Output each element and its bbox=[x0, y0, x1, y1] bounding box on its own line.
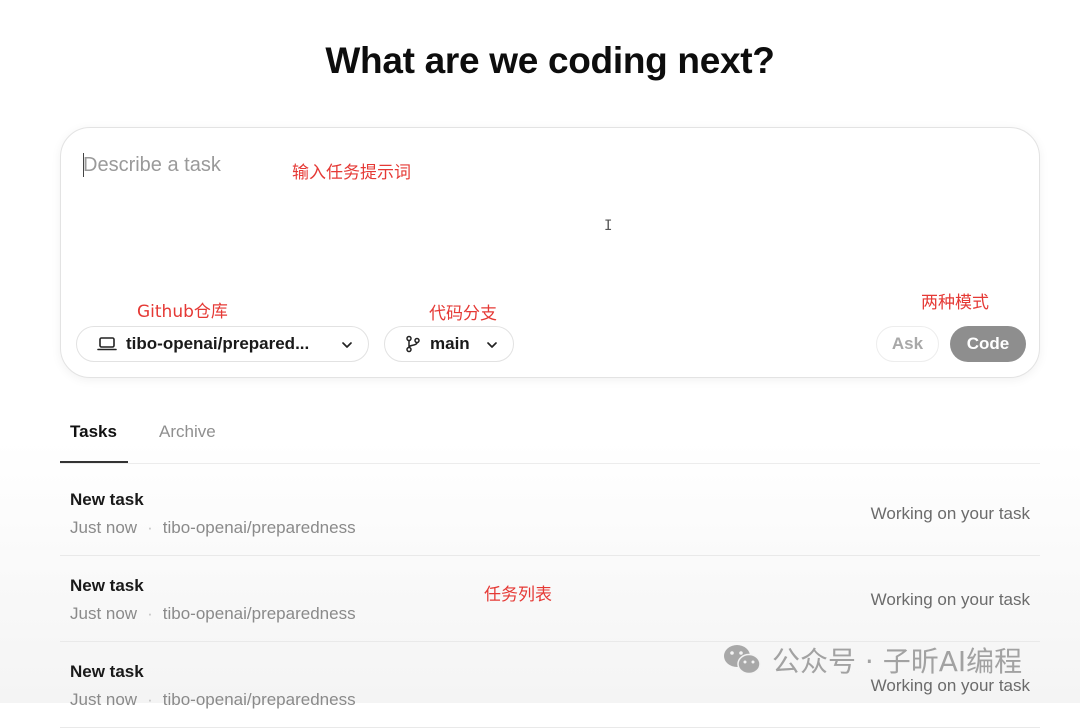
branch-selector[interactable]: main bbox=[384, 326, 514, 362]
chevron-down-icon bbox=[340, 337, 354, 357]
annotation-repo: Github仓库 bbox=[137, 302, 228, 322]
chevron-down-icon bbox=[485, 337, 499, 357]
separator-dot: · bbox=[147, 518, 153, 537]
task-row[interactable]: New task Just now · tibo-openai/preparedne… bbox=[60, 556, 1040, 642]
task-row[interactable]: New task Just now · tibo-openai/preparedne… bbox=[60, 470, 1040, 556]
annotation-input: 输入任务提示词 bbox=[292, 163, 411, 183]
task-input[interactable] bbox=[83, 150, 883, 180]
task-meta: Just now · tibo-openai/preparedness bbox=[70, 518, 356, 538]
separator-dot: · bbox=[147, 690, 153, 709]
task-title: New task bbox=[70, 576, 144, 595]
annotation-branch: 代码分支 bbox=[429, 304, 497, 324]
repo-label: tibo-openai/prepared... bbox=[126, 334, 310, 353]
task-list: New task Just now · tibo-openai/preparedne… bbox=[60, 470, 1040, 728]
tab-tasks[interactable]: Tasks bbox=[70, 422, 117, 442]
ask-mode-button[interactable]: Ask bbox=[876, 326, 939, 362]
git-branch-icon bbox=[405, 335, 421, 353]
active-tab-indicator bbox=[60, 461, 128, 463]
task-status: Working on your task bbox=[870, 590, 1030, 609]
branch-label: main bbox=[430, 334, 470, 353]
page-title: What are we coding next? bbox=[325, 40, 775, 81]
task-repo: tibo-openai/preparedness bbox=[162, 518, 356, 537]
task-title: New task bbox=[70, 662, 144, 681]
tab-archive[interactable]: Archive bbox=[159, 422, 216, 442]
watermark: 公众号 · 子昕AI编程 bbox=[722, 640, 1022, 680]
text-caret bbox=[83, 153, 84, 177]
code-mode-button[interactable]: Code bbox=[950, 326, 1026, 362]
watermark-text: 公众号 · 子昕AI编程 bbox=[772, 645, 1023, 678]
task-time: Just now bbox=[70, 690, 138, 709]
annotation-modes: 两种模式 bbox=[921, 293, 989, 313]
task-repo: tibo-openai/preparedness bbox=[162, 690, 356, 709]
task-meta: Just now · tibo-openai/preparedness bbox=[70, 690, 356, 710]
ibeam-cursor-icon: I bbox=[604, 218, 613, 234]
task-time: Just now bbox=[70, 518, 138, 537]
separator-dot: · bbox=[147, 604, 153, 623]
wechat-icon bbox=[722, 643, 762, 677]
task-tabs: Tasks Archive bbox=[60, 412, 1040, 464]
repo-selector[interactable]: tibo-openai/prepared... bbox=[76, 326, 369, 362]
task-title: New task bbox=[70, 490, 144, 509]
task-composer: I tibo-openai/prepared... main Ask Co bbox=[60, 127, 1040, 378]
task-repo: tibo-openai/preparedness bbox=[162, 604, 356, 623]
task-status: Working on your task bbox=[870, 504, 1030, 523]
task-meta: Just now · tibo-openai/preparedness bbox=[70, 604, 356, 624]
task-time: Just now bbox=[70, 604, 138, 623]
laptop-icon bbox=[97, 336, 117, 352]
